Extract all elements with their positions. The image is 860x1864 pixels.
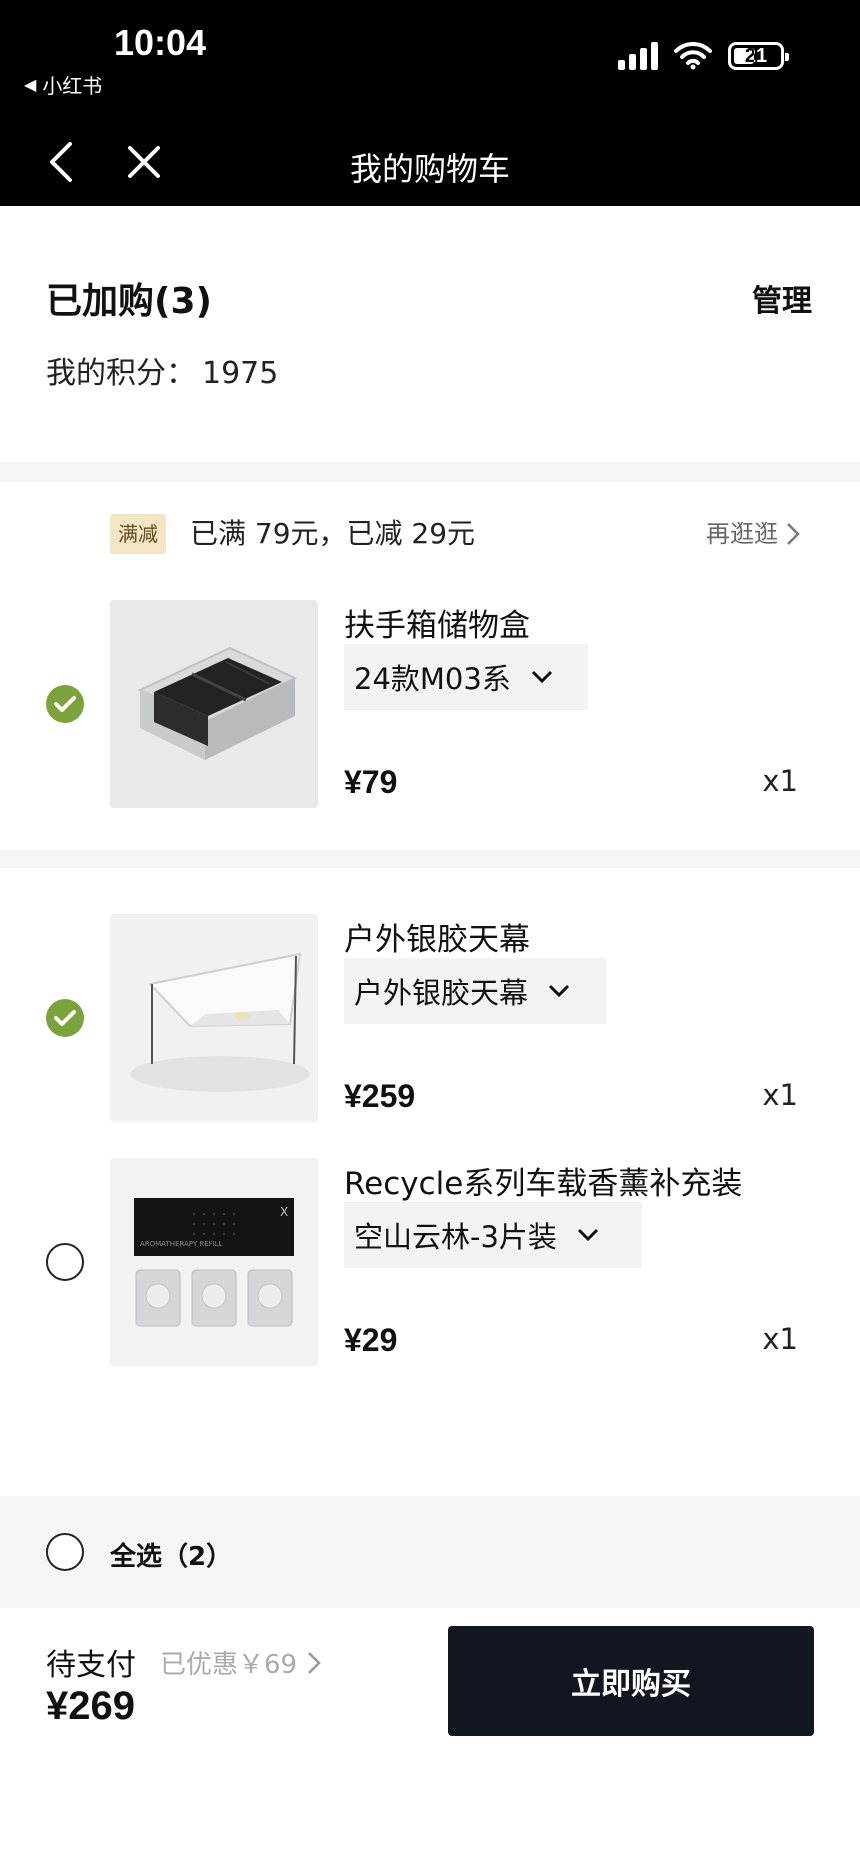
manage-button[interactable]: 管理: [752, 276, 812, 320]
cart-item: 扶手箱储物盒 24款M03系 ¥79 x1: [0, 600, 860, 810]
variant-selector[interactable]: 空山云林-3片装: [344, 1202, 642, 1268]
cart-item: AROMATHERAPY REFILL X Recycle系列车载香薰补充装 空…: [0, 1158, 860, 1368]
points-label: 我的积分：: [46, 356, 196, 391]
chevron-down-icon: [531, 670, 552, 684]
points-row: 我的积分： 1975: [46, 348, 278, 392]
chevron-down-icon: [577, 1228, 598, 1242]
product-quantity: x1: [762, 1078, 798, 1112]
variant-label: 空山云林-3片装: [354, 1220, 557, 1254]
checkmark-icon: [54, 1010, 76, 1026]
chevron-right-icon: [787, 523, 800, 545]
status-icons: 21: [618, 42, 789, 70]
product-image-canopy[interactable]: [110, 914, 318, 1122]
status-time: 10:04: [114, 22, 207, 63]
page-title: 我的购物车: [349, 150, 510, 188]
chevron-down-icon: [548, 984, 570, 998]
buy-now-button[interactable]: 立即购买: [448, 1626, 814, 1736]
item-checkbox-checked[interactable]: [46, 999, 84, 1037]
chevron-right-icon: [308, 1651, 321, 1674]
shop-more-link[interactable]: 再逛逛: [706, 514, 800, 554]
section-divider: [0, 462, 860, 482]
select-all-label[interactable]: 全选（2）: [110, 1536, 232, 1573]
top-bar: 10:04 ◀ 小红书 21 我的购物车: [0, 0, 860, 206]
item-checkbox-checked[interactable]: [46, 685, 84, 723]
item-checkbox-unchecked[interactable]: [46, 1243, 84, 1281]
product-quantity: x1: [762, 764, 798, 798]
product-price: ¥29: [344, 1322, 398, 1358]
select-all-bar: 全选（2）: [0, 1496, 860, 1608]
svg-text:X: X: [280, 1205, 288, 1219]
cellular-signal-icon: [618, 42, 658, 70]
promo-text: 已满 79元，已减 29元: [190, 517, 476, 550]
checkmark-icon: [54, 696, 76, 712]
cart-count-title: 已加购(3): [46, 281, 212, 322]
select-all-checkbox[interactable]: [46, 1533, 84, 1571]
points-value: 1975: [202, 356, 279, 391]
product-name: Recycle系列车载香薰补充装: [344, 1166, 743, 1202]
discount-amount: 已优惠￥69: [160, 1650, 298, 1680]
product-name: 户外银胶天幕: [344, 922, 530, 958]
variant-label: 户外银胶天幕: [354, 976, 529, 1010]
discount-detail-link[interactable]: 已优惠￥69: [160, 1644, 321, 1681]
section-divider: [0, 850, 860, 868]
product-price: ¥259: [344, 1078, 416, 1114]
product-price: ¥79: [344, 764, 398, 800]
shop-more-label: 再逛逛: [706, 520, 778, 548]
battery-icon: 21: [728, 42, 789, 70]
variant-label: 24款M03系: [354, 662, 511, 696]
battery-level: 21: [744, 44, 768, 67]
back-app-label: 小红书: [42, 74, 103, 98]
total-amount: ¥269: [46, 1684, 135, 1728]
pay-label: 待支付: [46, 1648, 136, 1683]
product-name: 扶手箱储物盒: [344, 608, 530, 644]
back-triangle-icon: ◀: [24, 75, 37, 94]
back-to-app-link[interactable]: ◀ 小红书: [24, 70, 102, 99]
svg-text:AROMATHERAPY REFILL: AROMATHERAPY REFILL: [140, 1240, 223, 1248]
product-image-storage-box[interactable]: [110, 600, 318, 808]
wifi-icon: [674, 42, 712, 70]
variant-selector[interactable]: 户外银胶天幕: [344, 958, 606, 1024]
product-image-fragrance-refill[interactable]: AROMATHERAPY REFILL X: [110, 1158, 318, 1366]
product-quantity: x1: [762, 1322, 798, 1356]
variant-selector[interactable]: 24款M03系: [344, 644, 588, 710]
cart-item: 户外银胶天幕 户外银胶天幕 ¥259 x1: [0, 914, 860, 1124]
promo-tag: 满减: [110, 514, 166, 554]
